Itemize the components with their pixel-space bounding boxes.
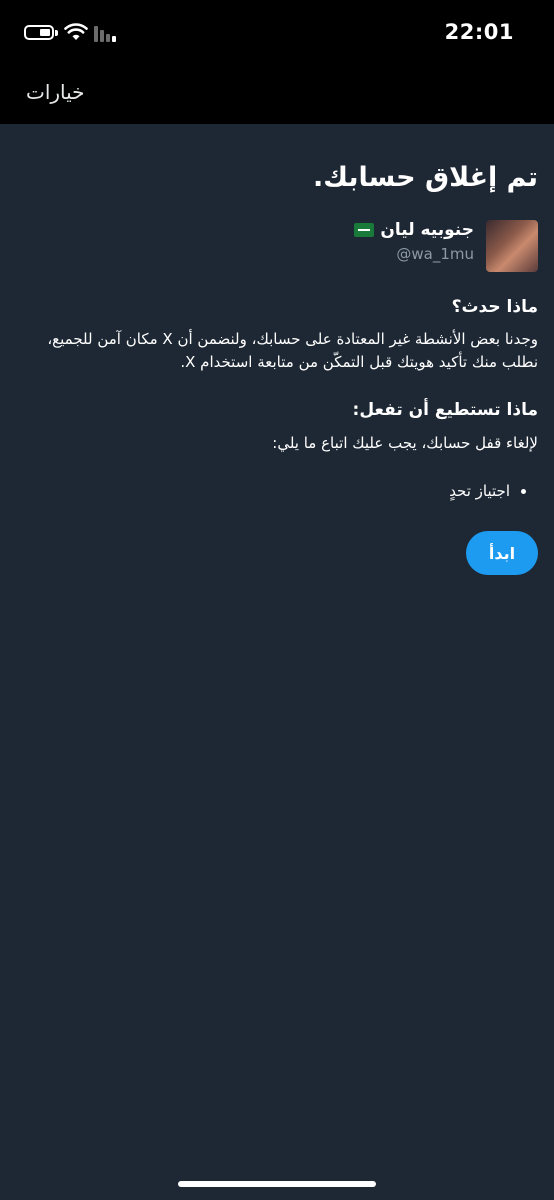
what-happened-body: وجدنا بعض الأنشطة غير المعتادة على حسابك…	[47, 330, 538, 371]
what-to-do-heading: ماذا تستطيع أن تفعل:	[352, 400, 538, 420]
battery-cap	[55, 30, 58, 36]
avatar	[486, 220, 538, 272]
account-name: جنوبيه ليان	[354, 220, 474, 240]
list-item: اجتياز تحدٍ	[449, 482, 510, 500]
nav-bar: خيارات	[0, 66, 554, 124]
status-time: 22:01	[444, 20, 514, 44]
saudi-flag-icon	[354, 223, 375, 237]
what-happened-heading: ماذا حدث؟	[451, 297, 538, 317]
page-title: تم إغلاق حسابك.	[312, 162, 538, 193]
account-handle: @wa_1mu	[396, 245, 474, 263]
what-to-do-body: لإلغاء قفل حسابك، يجب عليك اتباع ما يلي:	[272, 434, 538, 452]
battery-icon	[24, 25, 54, 40]
account-card: جنوبيه ليان @wa_1mu	[138, 220, 538, 272]
wifi-icon	[64, 23, 88, 40]
home-indicator[interactable]	[178, 1181, 376, 1187]
account-name-text: جنوبيه ليان	[380, 220, 474, 240]
options-button[interactable]: خيارات	[26, 80, 85, 104]
start-button[interactable]: ابدأ	[466, 531, 538, 575]
cellular-signal-icon	[94, 26, 116, 42]
steps-list: اجتياز تحدٍ	[449, 482, 538, 500]
status-bar: 22:01	[0, 0, 554, 66]
